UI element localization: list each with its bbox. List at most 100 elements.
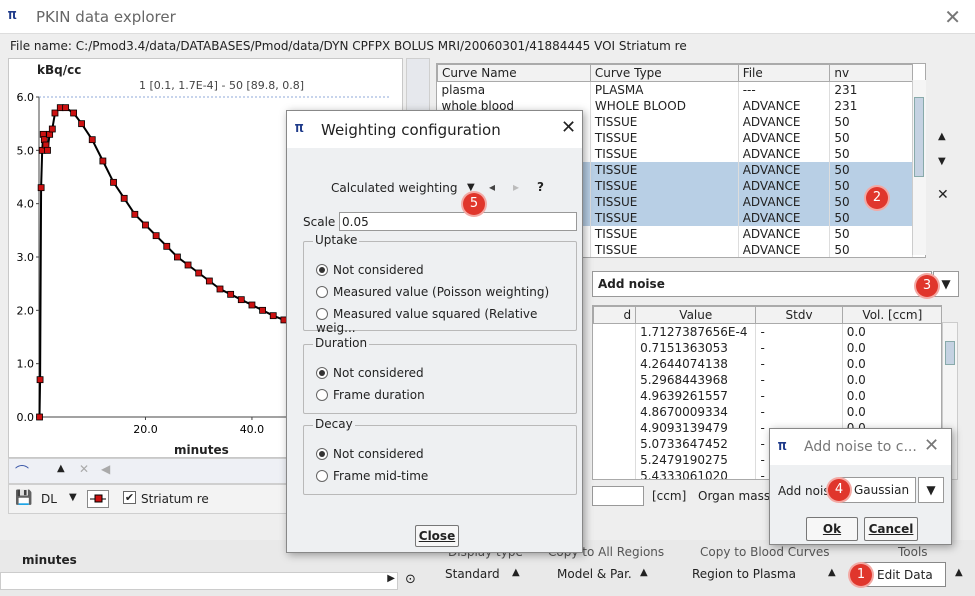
data-point[interactable]	[62, 104, 70, 112]
scale-input[interactable]: 0.05	[339, 212, 577, 231]
data-point[interactable]	[70, 109, 78, 117]
data-point[interactable]	[99, 157, 107, 165]
tab-model-par[interactable]: Model & Par.	[557, 567, 632, 581]
upper-tab-tools[interactable]: Tools	[898, 545, 928, 559]
noise-type-select[interactable]: Gaussian	[840, 477, 916, 503]
values-row[interactable]: 4.8670009334-0.0	[593, 403, 941, 420]
data-point[interactable]	[152, 232, 160, 240]
data-point[interactable]	[110, 178, 117, 186]
next-icon[interactable]: ▸	[513, 180, 519, 194]
values-row[interactable]: 4.9639261557-0.0	[593, 387, 941, 404]
values-cell	[593, 339, 637, 356]
save-icon[interactable]: 💾	[15, 490, 32, 506]
prev-icon[interactable]: ◂	[489, 180, 495, 194]
weighting-method[interactable]: Calculated weighting	[331, 181, 458, 195]
data-point[interactable]	[163, 242, 171, 250]
noise-dialog-titlebar: π Add noise to c... ✕	[770, 429, 951, 465]
method-dropdown-icon[interactable]: ▼	[467, 182, 475, 193]
values-row[interactable]: 0.7151363053-0.0	[593, 339, 941, 356]
values-header-cell[interactable]: Value	[635, 306, 757, 324]
uptake-not-considered-radio[interactable]: Not considered	[316, 263, 424, 277]
move-up-icon[interactable]: ▲	[938, 131, 946, 142]
curves-cell: ADVANCE	[738, 177, 831, 194]
curve-shape-icon[interactable]: ⌒	[15, 462, 29, 482]
scroll-left-icon[interactable]: ◀	[101, 462, 110, 476]
tab-standard[interactable]: Standard	[445, 567, 500, 581]
tab-edit-data[interactable]: Edit Data	[860, 562, 946, 587]
data-point[interactable]	[48, 125, 56, 133]
data-point[interactable]	[174, 253, 181, 261]
curves-scroll-thumb[interactable]	[914, 97, 924, 177]
data-point[interactable]	[205, 277, 213, 285]
values-header-cell[interactable]: d	[593, 306, 637, 324]
values-row[interactable]: 1.7127387656E-4-0.0	[593, 323, 941, 340]
volume-input[interactable]	[592, 486, 644, 506]
values-cell: 4.8670009334	[635, 403, 757, 420]
decay-not-considered-radio[interactable]: Not considered	[316, 447, 424, 461]
tab-region-to-plasma[interactable]: Region to Plasma	[692, 567, 796, 581]
marker-style-button[interactable]	[87, 490, 109, 508]
scale-label: Scale	[303, 215, 336, 229]
data-point[interactable]	[184, 261, 192, 269]
values-header-cell[interactable]: Stdv	[755, 306, 843, 324]
tab-standard-arrow-icon[interactable]: ▲	[512, 567, 520, 578]
values-scroll-thumb[interactable]	[945, 341, 955, 365]
upper-tab-copy-blood[interactable]: Copy to Blood Curves	[700, 545, 829, 559]
data-point[interactable]	[216, 285, 224, 293]
noise-type-dropdown-icon[interactable]: ▼	[918, 477, 944, 503]
data-point[interactable]	[88, 136, 96, 144]
data-point[interactable]	[269, 312, 277, 320]
cancel-button[interactable]: Cancel	[864, 517, 918, 541]
move-down-icon[interactable]: ▼	[938, 156, 946, 167]
uptake-poisson-radio[interactable]: Measured value (Poisson weighting)	[316, 285, 549, 299]
values-row[interactable]: 4.2644074138-0.0	[593, 355, 941, 372]
tab-region-arrow-icon[interactable]: ▲	[828, 567, 836, 578]
scroll-right-icon[interactable]: ▶	[387, 573, 395, 584]
tab-edit-arrow-icon[interactable]: ▲	[955, 567, 963, 578]
data-point[interactable]	[248, 301, 256, 309]
bottom-scrollbar[interactable]: ▶	[0, 572, 398, 590]
radio-label: Not considered	[333, 366, 424, 380]
lock-icon[interactable]: ⊙	[405, 572, 416, 587]
data-point[interactable]	[78, 120, 85, 128]
duration-not-considered-radio[interactable]: Not considered	[316, 366, 424, 380]
values-row[interactable]: 5.2968443968-0.0	[593, 371, 941, 388]
decay-midtime-radio[interactable]: Frame mid-time	[316, 469, 428, 483]
remove-icon[interactable]: ✕	[937, 187, 949, 203]
duration-frame-radio[interactable]: Frame duration	[316, 388, 425, 402]
curves-header-cell[interactable]: Curve Type	[589, 64, 739, 82]
tab-model-arrow-icon[interactable]: ▲	[640, 567, 648, 578]
ok-button[interactable]: Ok	[806, 517, 858, 541]
close-small-icon[interactable]: ✕	[79, 462, 89, 476]
curve-visible-checkbox[interactable]: ✔	[123, 491, 136, 504]
data-point[interactable]	[44, 146, 51, 154]
dl-dropdown-icon[interactable]: ▼	[69, 492, 77, 503]
data-point[interactable]	[131, 210, 139, 218]
curves-header-cell[interactable]: Curve Name	[437, 64, 591, 82]
dialog-close-icon[interactable]: ✕	[561, 117, 576, 138]
curves-row[interactable]: plasma PLASMA --- 231	[437, 81, 913, 98]
data-point[interactable]	[195, 269, 203, 277]
values-cell: 0.0	[842, 339, 941, 356]
data-point[interactable]	[36, 413, 43, 421]
x-tick-label: 40.0	[240, 423, 265, 436]
values-header-cell[interactable]: Vol. [ccm]	[841, 306, 941, 324]
triangle-up-icon[interactable]: ▲	[57, 463, 65, 474]
close-button[interactable]: Close	[415, 525, 459, 547]
data-point[interactable]	[36, 376, 44, 384]
data-point[interactable]	[120, 194, 128, 202]
curves-cell: 50	[829, 161, 913, 178]
values-cell	[593, 371, 637, 388]
help-icon[interactable]: ?	[537, 180, 544, 194]
data-point[interactable]	[259, 306, 266, 314]
close-icon[interactable]: ✕	[944, 5, 961, 29]
data-point[interactable]	[142, 221, 149, 229]
noise-dialog-close-icon[interactable]: ✕	[924, 435, 939, 456]
data-point[interactable]	[227, 290, 235, 298]
data-point[interactable]	[37, 184, 45, 192]
weighting-dialog-title: Weighting configuration	[321, 121, 501, 139]
data-point[interactable]	[237, 296, 245, 304]
curves-header-cell[interactable]: nv	[829, 64, 913, 82]
curves-header-cell[interactable]: File	[737, 64, 831, 82]
uptake-relative-radio[interactable]: Measured value squared (Relative weig...	[316, 307, 576, 335]
